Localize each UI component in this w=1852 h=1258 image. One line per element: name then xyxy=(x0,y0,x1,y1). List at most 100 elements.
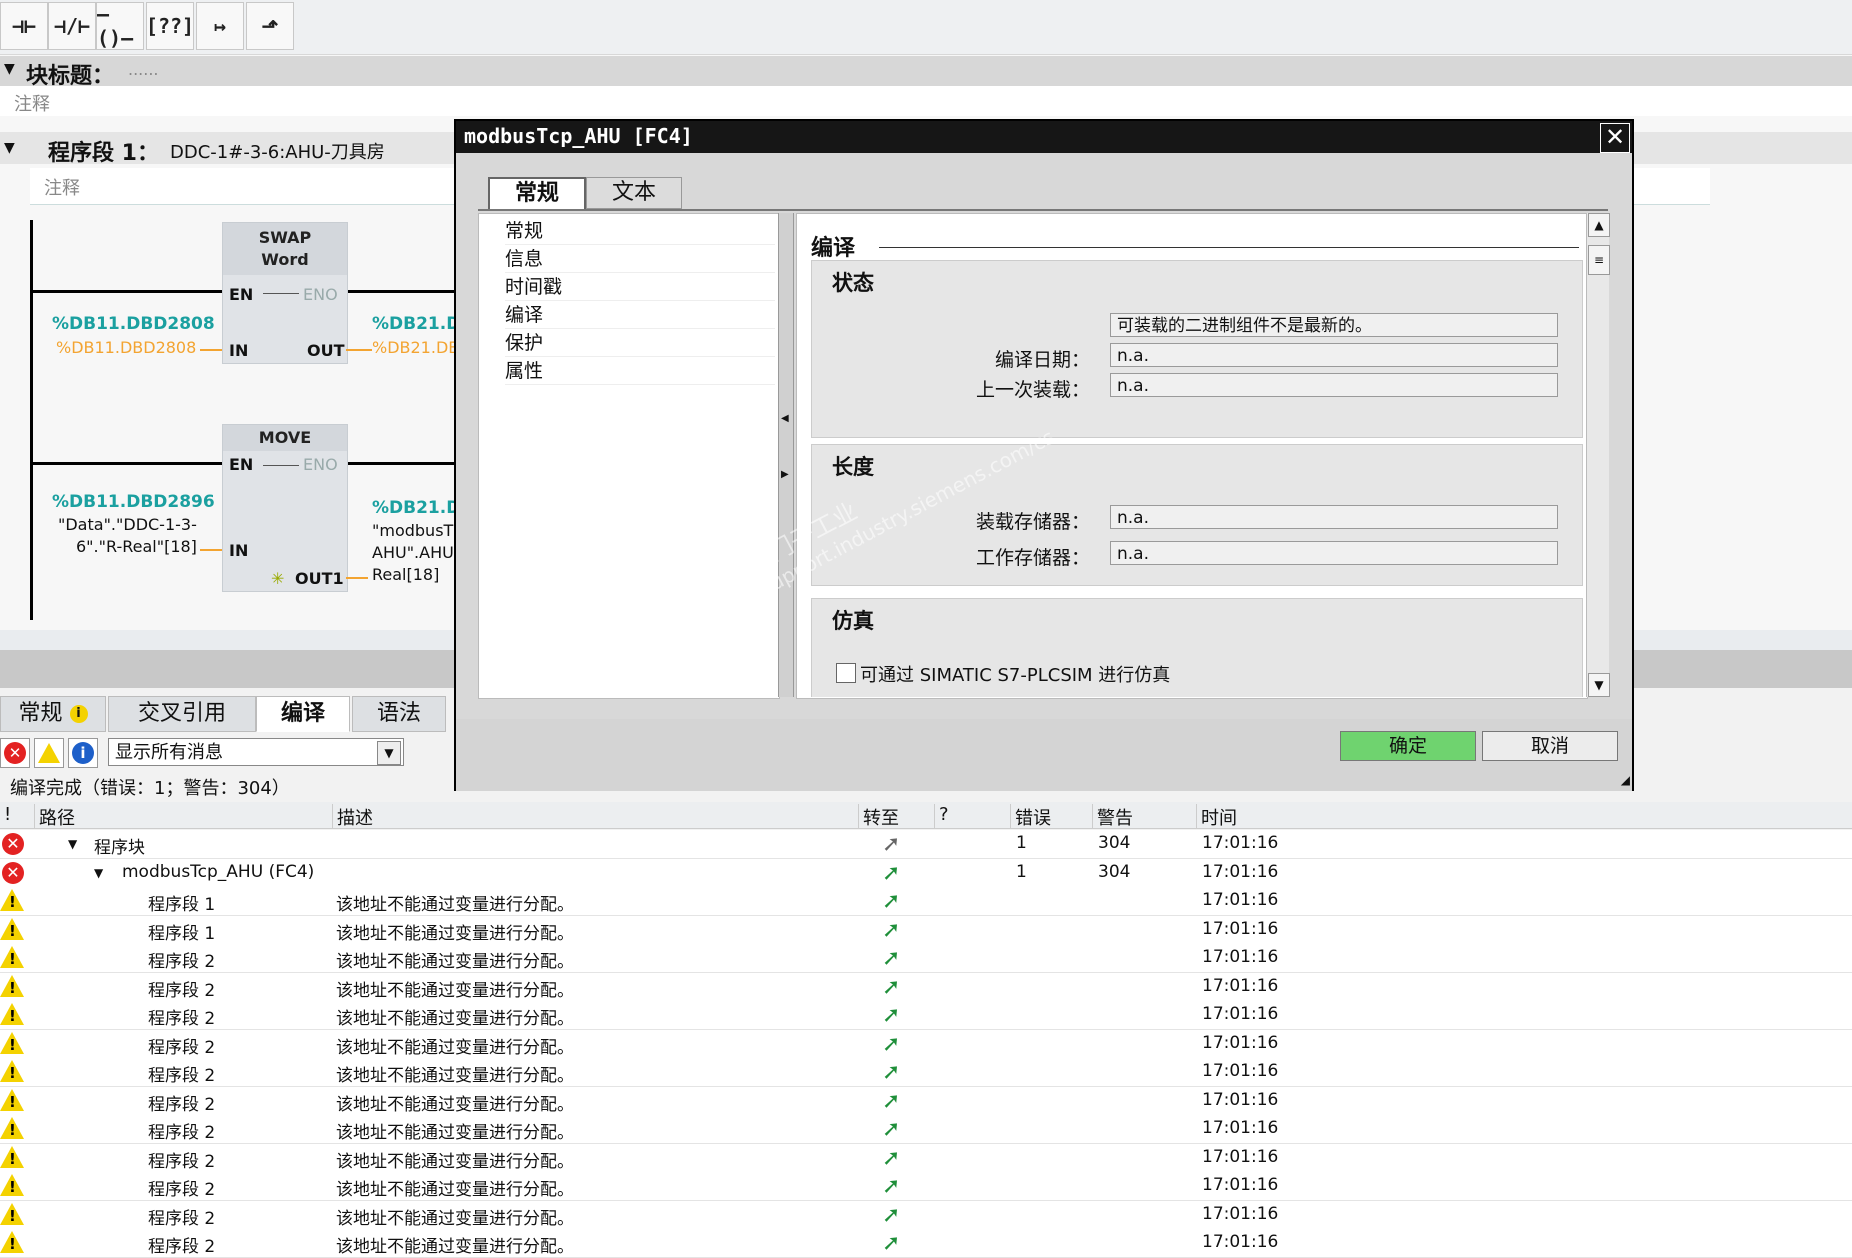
normally-closed-contact-icon[interactable]: ⊣/⊢ xyxy=(48,2,96,50)
move-in-address[interactable]: %DB11.DBD2896 xyxy=(52,492,215,512)
goto-arrow-icon[interactable]: ➚ xyxy=(882,1060,900,1085)
empty-box-icon[interactable]: [??] xyxy=(146,2,194,50)
close-branch-icon[interactable]: ⬏ xyxy=(246,2,294,50)
network-label: 程序段 1： xyxy=(48,141,159,166)
table-row[interactable]: ✕ ▼ modbusTcp_AHU (FC4) ➚ 1 304 17:01:16 xyxy=(0,858,1852,888)
table-row[interactable]: 程序段 2 该地址不能通过变量进行分配。 ➚ 17:01:16 xyxy=(0,1172,1852,1201)
col-help[interactable]: ? xyxy=(934,804,949,828)
table-row[interactable]: 程序段 2 该地址不能通过变量进行分配。 ➚ 17:01:16 xyxy=(0,1229,1852,1258)
nav-item-protection[interactable]: 保护 xyxy=(505,328,775,357)
move-out-tag-line1[interactable]: "modbusT xyxy=(372,520,453,542)
table-row[interactable]: 程序段 1 该地址不能通过变量进行分配。 ➚ 17:01:16 xyxy=(0,887,1852,916)
info-filter-icon[interactable]: i xyxy=(68,738,98,768)
message-filter-dropdown[interactable]: 显示所有消息 ▼ xyxy=(108,738,404,766)
row-time: 17:01:16 xyxy=(1202,1146,1279,1167)
goto-arrow-icon[interactable]: ➚ xyxy=(882,1174,900,1199)
normally-open-contact-icon[interactable]: ⊣⊢ xyxy=(0,2,48,50)
add-output-icon[interactable]: ✳ xyxy=(271,569,284,588)
col-flag[interactable]: ! xyxy=(0,804,11,828)
swap-in-address[interactable]: %DB11.DBD2808 xyxy=(52,314,215,334)
move-out-tag-line3[interactable]: Real[18] xyxy=(372,564,439,586)
info-icon: i xyxy=(69,705,88,723)
error-filter-icon[interactable]: ✕ xyxy=(0,738,30,768)
dialog-scrollbar[interactable]: ▲ ≡ ▼ xyxy=(1586,213,1610,697)
table-row[interactable]: 程序段 2 该地址不能通过变量进行分配。 ➚ 17:01:16 xyxy=(0,1115,1852,1144)
table-row[interactable]: 程序段 2 该地址不能通过变量进行分配。 ➚ 17:01:16 xyxy=(0,1058,1852,1087)
goto-arrow-icon[interactable]: ➚ xyxy=(882,1146,900,1171)
tab-general[interactable]: 常规 i xyxy=(0,696,106,732)
dialog-title-bar[interactable]: modbusTcp_AHU [FC4] ✕ xyxy=(456,121,1632,153)
move-block[interactable]: MOVE EN ENO IN ✳ OUT1 xyxy=(222,424,348,592)
open-branch-icon[interactable]: ↦ xyxy=(196,2,244,50)
col-time[interactable]: 时间 xyxy=(1196,804,1313,829)
warning-filter-icon[interactable] xyxy=(34,738,64,768)
dialog-tab-text[interactable]: 文本 xyxy=(586,177,682,209)
table-row[interactable]: ✕ ▼ 程序块 ➚ 1 304 17:01:16 xyxy=(0,830,1852,859)
swap-in-operand[interactable]: %DB11.DBD2808 xyxy=(56,338,196,357)
goto-arrow-icon[interactable]: ➚ xyxy=(882,832,900,857)
goto-arrow-icon[interactable]: ➚ xyxy=(882,1089,900,1114)
col-description[interactable]: 描述 xyxy=(332,804,373,829)
scroll-thumb[interactable]: ≡ xyxy=(1588,245,1610,275)
expand-triangle-icon[interactable]: ▼ xyxy=(68,837,77,851)
goto-arrow-icon[interactable]: ➚ xyxy=(882,1231,900,1256)
swap-block[interactable]: SWAP Word EN ENO IN OUT xyxy=(222,222,348,364)
block-title-value[interactable]: ...... xyxy=(128,60,159,79)
col-warnings[interactable]: 警告 xyxy=(1092,804,1133,829)
plcsim-checkbox[interactable] xyxy=(836,663,856,683)
row-time: 17:01:16 xyxy=(1202,1232,1279,1252)
col-goto[interactable]: 转至 xyxy=(858,804,899,829)
block-title-bar[interactable]: ▼ 块标题： ...... xyxy=(0,56,1852,89)
table-row[interactable]: 程序段 2 该地址不能通过变量进行分配。 ➚ 17:01:16 xyxy=(0,972,1852,1002)
swap-out-operand[interactable]: %DB21.DB xyxy=(372,338,459,357)
table-row[interactable]: 程序段 2 该地址不能通过变量进行分配。 ➚ 17:01:16 xyxy=(0,1200,1852,1230)
tab-compile[interactable]: 编译 xyxy=(256,696,350,732)
scroll-down-icon[interactable]: ▼ xyxy=(1588,673,1610,697)
goto-arrow-icon[interactable]: ➚ xyxy=(882,975,900,1000)
swap-type[interactable]: Word xyxy=(223,249,347,271)
table-row[interactable]: 程序段 2 该地址不能通过变量进行分配。 ➚ 17:01:16 xyxy=(0,1029,1852,1059)
nav-item-general[interactable]: 常规 xyxy=(505,216,775,245)
collapse-triangle-icon[interactable]: ▼ xyxy=(4,61,15,77)
chevron-down-icon[interactable]: ▼ xyxy=(377,741,401,765)
nav-item-information[interactable]: 信息 xyxy=(505,244,775,273)
table-row[interactable]: 程序段 2 该地址不能通过变量进行分配。 ➚ 17:01:16 xyxy=(0,1143,1852,1173)
goto-arrow-icon[interactable]: ➚ xyxy=(882,946,900,971)
tab-cross-reference[interactable]: 交叉引用 xyxy=(108,696,256,732)
coil-icon[interactable]: –()– xyxy=(96,2,144,50)
network-title[interactable]: DDC-1#-3-6:AHU-刀具房 xyxy=(170,138,385,164)
collapse-left-icon[interactable]: ◀ xyxy=(781,413,789,424)
move-out-tag-line2[interactable]: AHU".AHU xyxy=(372,542,454,564)
goto-arrow-icon[interactable]: ➚ xyxy=(882,1003,900,1028)
goto-arrow-icon[interactable]: ➚ xyxy=(882,1203,900,1228)
table-row[interactable]: 程序段 2 该地址不能通过变量进行分配。 ➚ 17:01:16 xyxy=(0,944,1852,973)
ok-button[interactable]: 确定 xyxy=(1340,731,1476,761)
goto-arrow-icon[interactable]: ➚ xyxy=(882,889,900,914)
nav-item-compile[interactable]: 编译 xyxy=(505,300,775,329)
resize-grip-icon[interactable]: ◢ xyxy=(1621,773,1630,787)
collapse-triangle-icon[interactable]: ▼ xyxy=(4,140,15,156)
table-row[interactable]: 程序段 2 该地址不能通过变量进行分配。 ➚ 17:01:16 xyxy=(0,1086,1852,1116)
table-row[interactable]: 程序段 1 该地址不能通过变量进行分配。 ➚ 17:01:16 xyxy=(0,915,1852,945)
cancel-button[interactable]: 取消 xyxy=(1482,731,1618,761)
row-warnings: 304 xyxy=(1098,861,1131,882)
tab-syntax[interactable]: 语法 xyxy=(352,696,446,732)
move-in-tag-line1[interactable]: "Data"."DDC-1-3- xyxy=(58,514,197,536)
nav-item-timestamps[interactable]: 时间戳 xyxy=(505,272,775,301)
goto-arrow-icon[interactable]: ➚ xyxy=(882,1117,900,1142)
table-row[interactable]: 程序段 2 该地址不能通过变量进行分配。 ➚ 17:01:16 xyxy=(0,1001,1852,1030)
col-errors[interactable]: 错误 xyxy=(1010,804,1051,829)
goto-arrow-icon[interactable]: ➚ xyxy=(882,861,900,886)
move-in-tag-line2[interactable]: 6"."R-Real"[18] xyxy=(76,536,197,558)
block-comment[interactable]: 注释 xyxy=(0,86,1852,116)
goto-arrow-icon[interactable]: ➚ xyxy=(882,1032,900,1057)
nav-splitter[interactable]: ◀ ▶ xyxy=(778,213,794,697)
close-icon[interactable]: ✕ xyxy=(1600,123,1630,153)
dialog-tab-general[interactable]: 常规 xyxy=(488,177,586,211)
expand-right-icon[interactable]: ▶ xyxy=(781,469,789,480)
col-path[interactable]: 路径 xyxy=(34,804,75,829)
nav-item-attributes[interactable]: 属性 xyxy=(505,356,775,385)
scroll-up-icon[interactable]: ▲ xyxy=(1588,213,1610,237)
expand-triangle-icon[interactable]: ▼ xyxy=(94,866,103,880)
goto-arrow-icon[interactable]: ➚ xyxy=(882,918,900,943)
